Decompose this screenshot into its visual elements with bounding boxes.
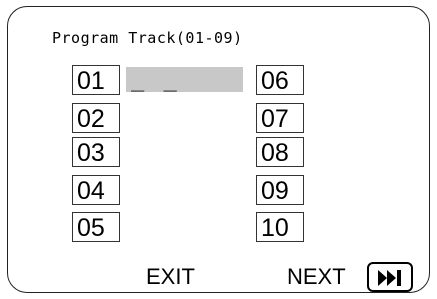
track-number: 04	[77, 177, 105, 205]
track-slot-10[interactable]: 10	[256, 212, 304, 242]
track-number: 10	[261, 214, 289, 242]
program-track-screen: Program Track(01-09) 01 02 03 04 05 _ _ …	[7, 6, 430, 293]
track-number: 02	[77, 105, 105, 133]
track-slot-05[interactable]: 05	[72, 212, 120, 242]
track-slot-06[interactable]: 06	[256, 65, 304, 95]
track-slot-09[interactable]: 09	[256, 175, 304, 205]
track-slot-08[interactable]: 08	[256, 137, 304, 167]
track-slot-01[interactable]: 01	[72, 65, 120, 95]
track-slot-04[interactable]: 04	[72, 175, 120, 205]
track-number: 07	[261, 105, 289, 133]
track-slot-03[interactable]: 03	[72, 137, 120, 167]
exit-button[interactable]: EXIT	[146, 264, 195, 290]
track-number: 09	[261, 177, 289, 205]
track-number: 03	[77, 139, 105, 167]
track-number: 05	[77, 214, 105, 242]
track-slot-07[interactable]: 07	[256, 103, 304, 133]
track-slot-02[interactable]: 02	[72, 103, 120, 133]
skip-next-icon	[378, 270, 401, 286]
track-number: 08	[261, 139, 289, 167]
skip-next-button[interactable]	[367, 262, 413, 292]
track-number: 01	[77, 67, 105, 95]
track-number: 06	[261, 67, 289, 95]
next-button[interactable]: NEXT	[287, 264, 346, 290]
track-entry-field[interactable]: _ _	[126, 67, 243, 92]
entry-value: _ _	[131, 67, 180, 92]
screen-title: Program Track(01-09)	[52, 29, 243, 47]
